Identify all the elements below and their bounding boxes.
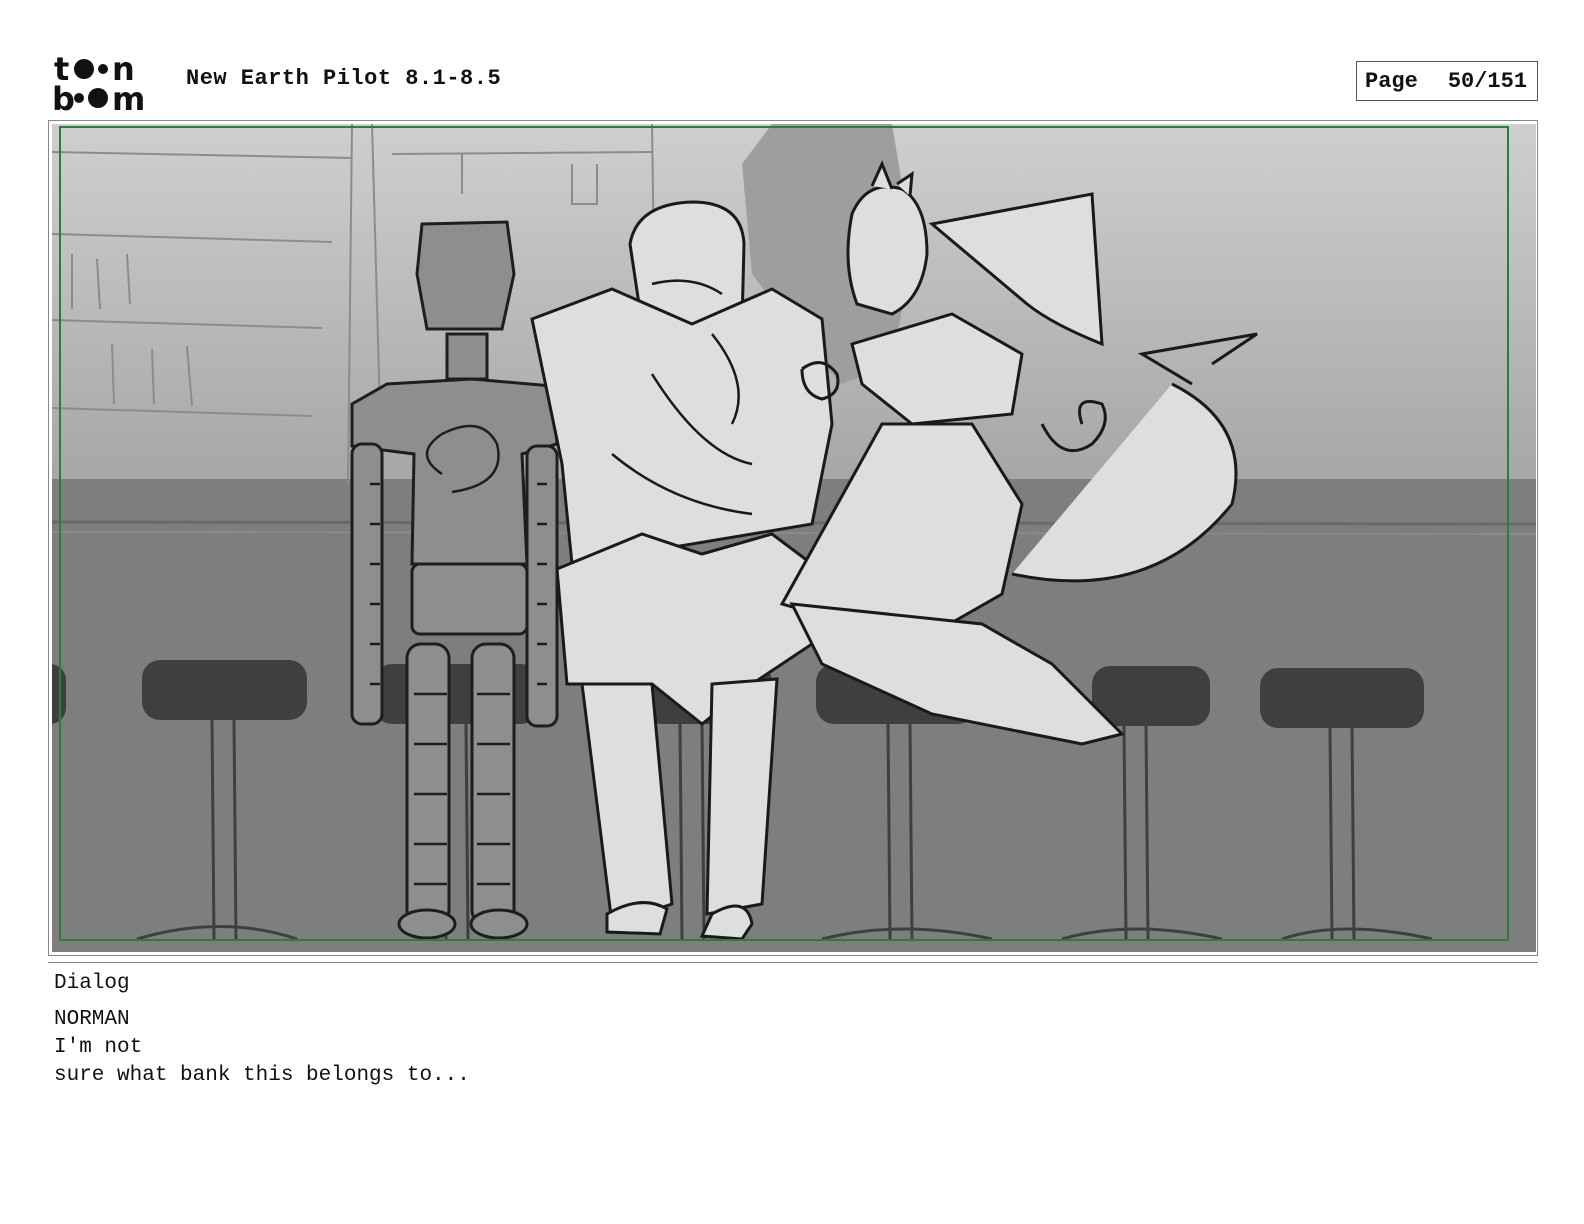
- page-label: Page: [1365, 68, 1418, 94]
- storyboard-panel: [52, 124, 1536, 952]
- dialog-character: NORMAN: [54, 1008, 130, 1031]
- svg-text:m: m: [112, 80, 145, 114]
- document-title: New Earth Pilot 8.1-8.5: [186, 66, 502, 91]
- dialog-line: I'm not: [54, 1036, 143, 1059]
- page-indicator: Page 50/151: [1356, 61, 1538, 101]
- panel-drawing: [52, 124, 1536, 952]
- page-number: 50/151: [1447, 68, 1528, 94]
- panel-divider: [48, 962, 1538, 963]
- dialog-line: sure what bank this belongs to...: [54, 1064, 470, 1087]
- dialog-label: Dialog: [54, 972, 130, 995]
- dialog-text: NORMAN I'm not sure what bank this belon…: [54, 1006, 470, 1090]
- svg-text:b: b: [52, 80, 75, 114]
- toonboom-logo: t n b m: [52, 52, 164, 114]
